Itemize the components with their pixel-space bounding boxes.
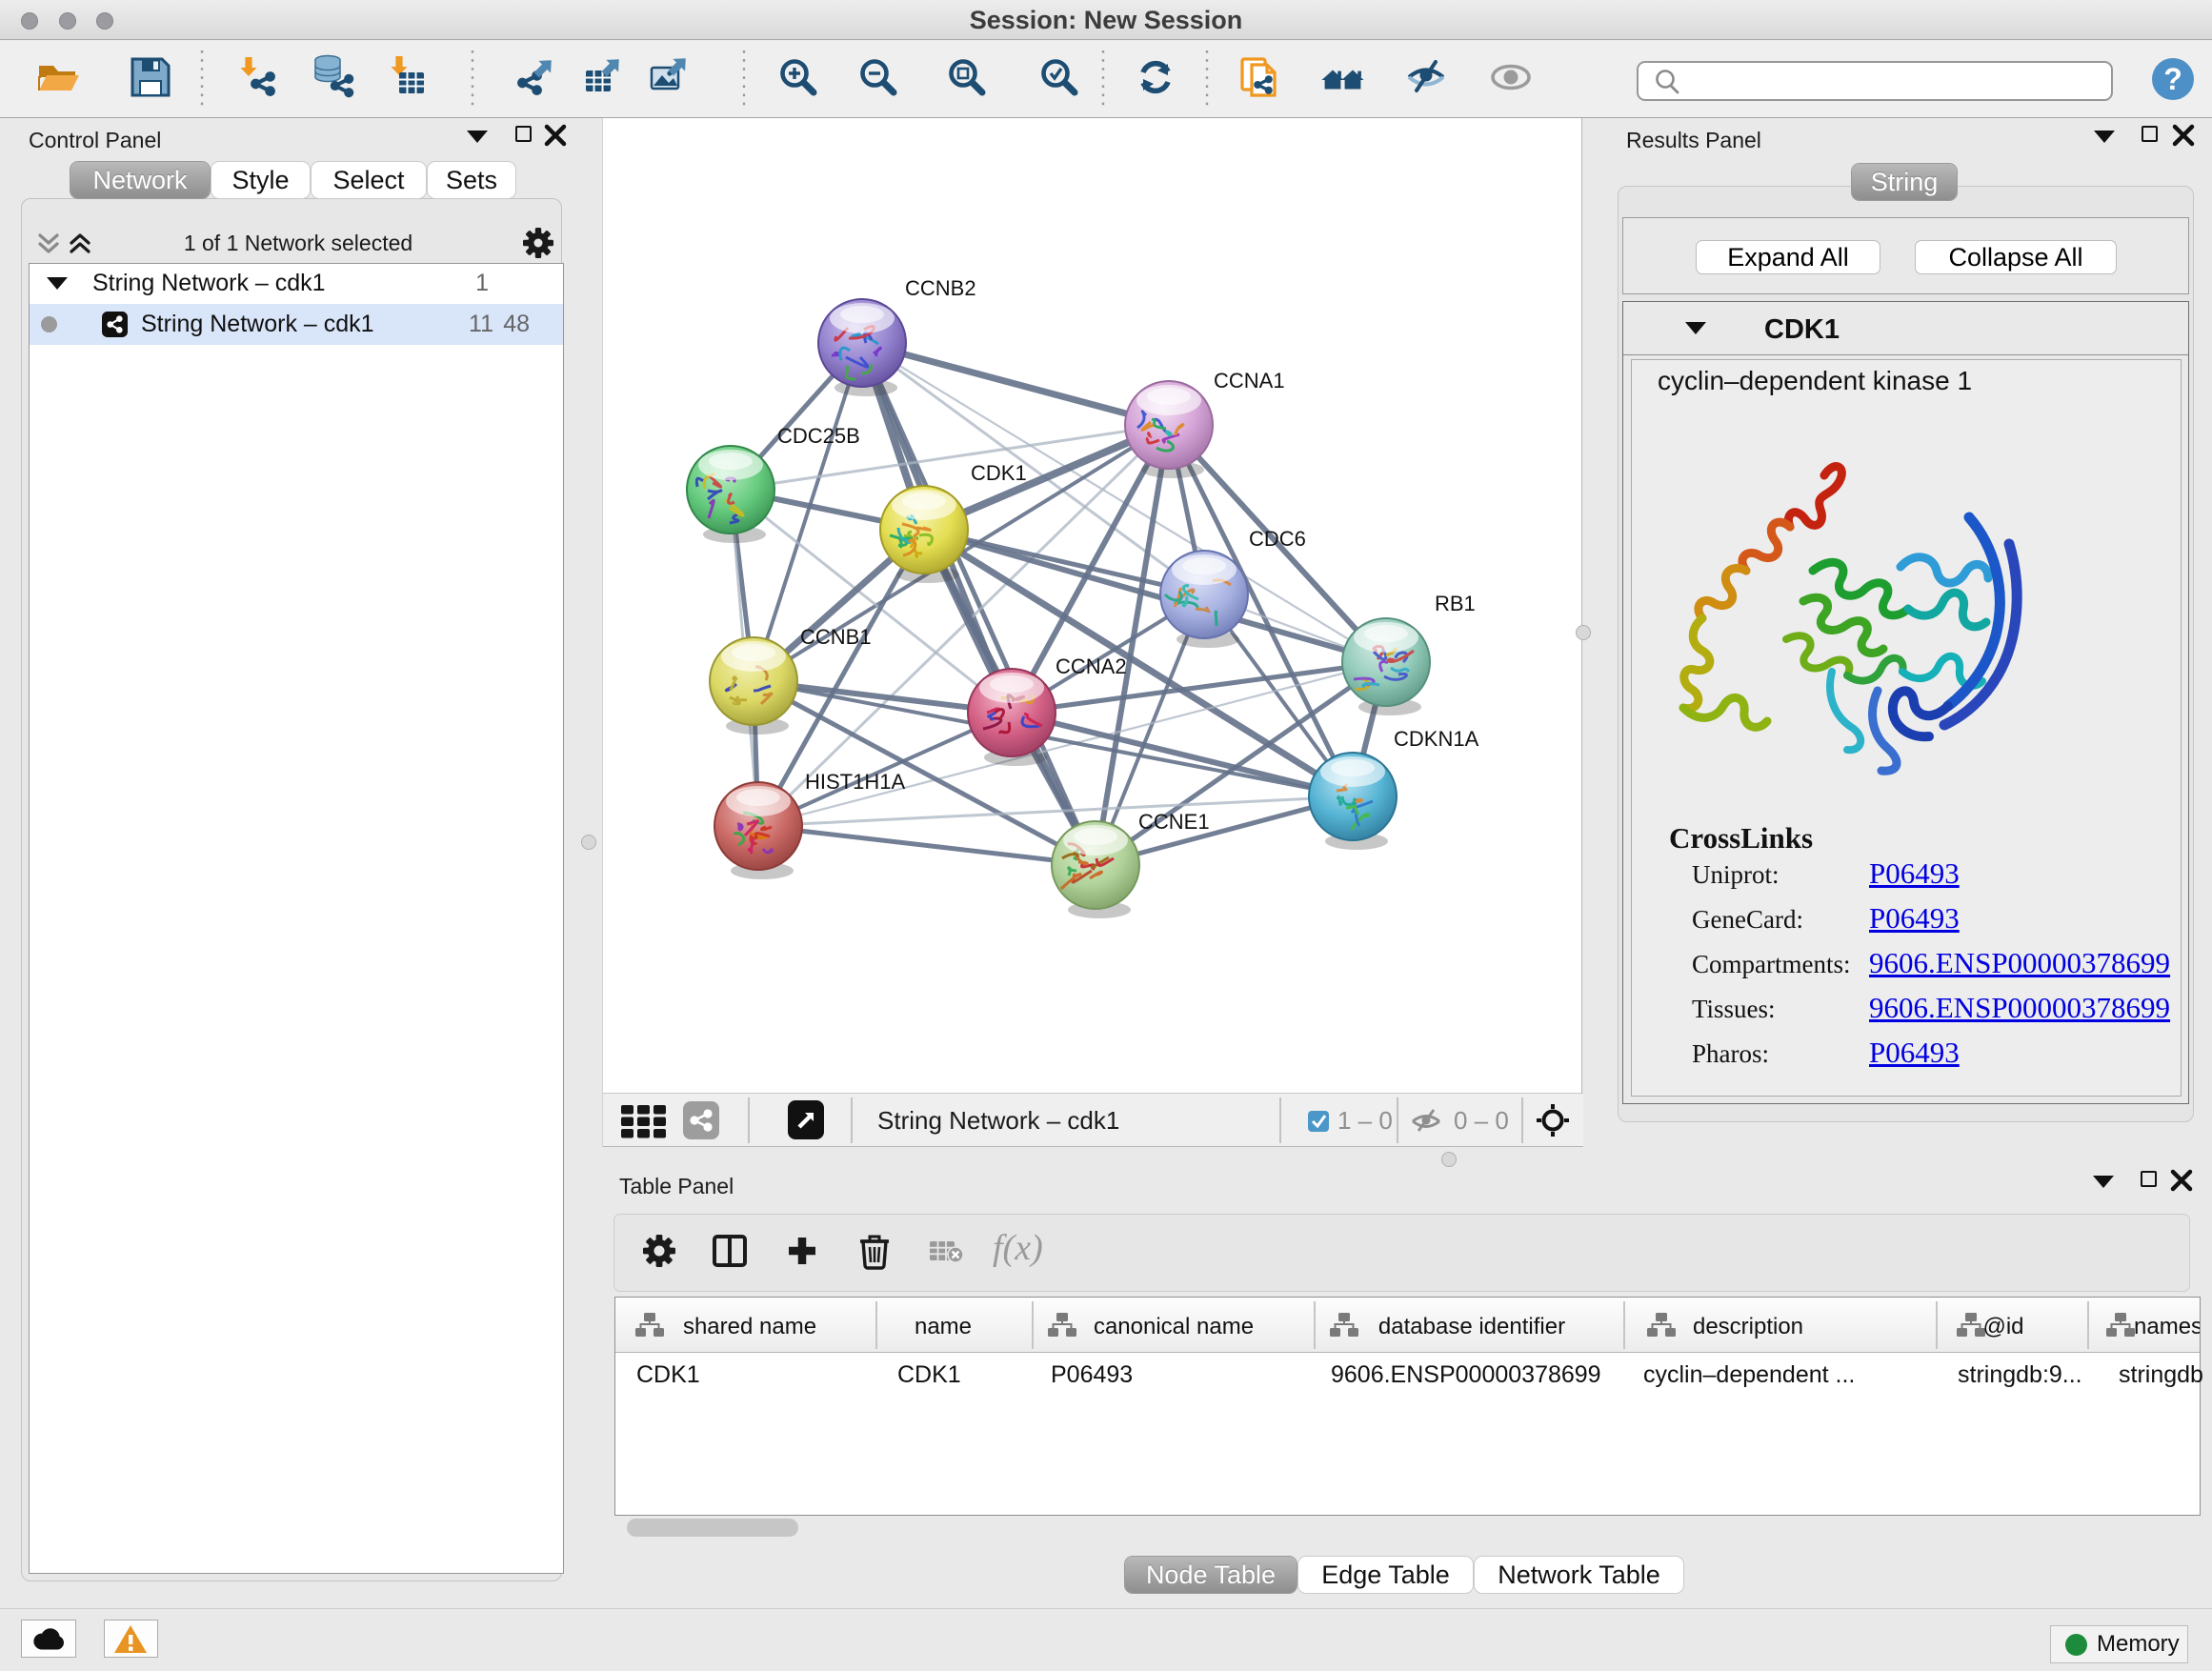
svg-text:String Network – cdk1: String Network – cdk1 <box>877 1106 1119 1135</box>
svg-text:description: description <box>1693 1314 1803 1339</box>
svg-text:CCNE1: CCNE1 <box>1138 810 1210 834</box>
svg-text:RB1: RB1 <box>1435 592 1476 615</box>
svg-text:CCNA1: CCNA1 <box>1214 369 1285 393</box>
svg-text:CCNB1: CCNB1 <box>800 625 872 649</box>
svg-text:CDKN1A: CDKN1A <box>1394 727 1479 751</box>
svg-text:CDC25B: CDC25B <box>777 424 860 448</box>
svg-text:HIST1H1A: HIST1H1A <box>805 770 905 794</box>
svg-text:namespace: namespace <box>2134 1314 2200 1339</box>
svg-text:canonical name: canonical name <box>1094 1314 1254 1339</box>
svg-text:0 – 0: 0 – 0 <box>1454 1106 1509 1135</box>
svg-text:name: name <box>915 1314 972 1339</box>
svg-text:?: ? <box>2163 62 2182 96</box>
svg-text:database identifier: database identifier <box>1378 1314 1565 1339</box>
svg-text:CDC6: CDC6 <box>1249 527 1306 551</box>
svg-text:CCNB2: CCNB2 <box>905 276 976 300</box>
svg-text:CCNA2: CCNA2 <box>1056 654 1127 678</box>
svg-text:1 – 0: 1 – 0 <box>1337 1106 1393 1135</box>
svg-text:shared name: shared name <box>683 1314 816 1339</box>
svg-text:CDK1: CDK1 <box>971 461 1027 485</box>
svg-text:@id: @id <box>1982 1314 2023 1339</box>
